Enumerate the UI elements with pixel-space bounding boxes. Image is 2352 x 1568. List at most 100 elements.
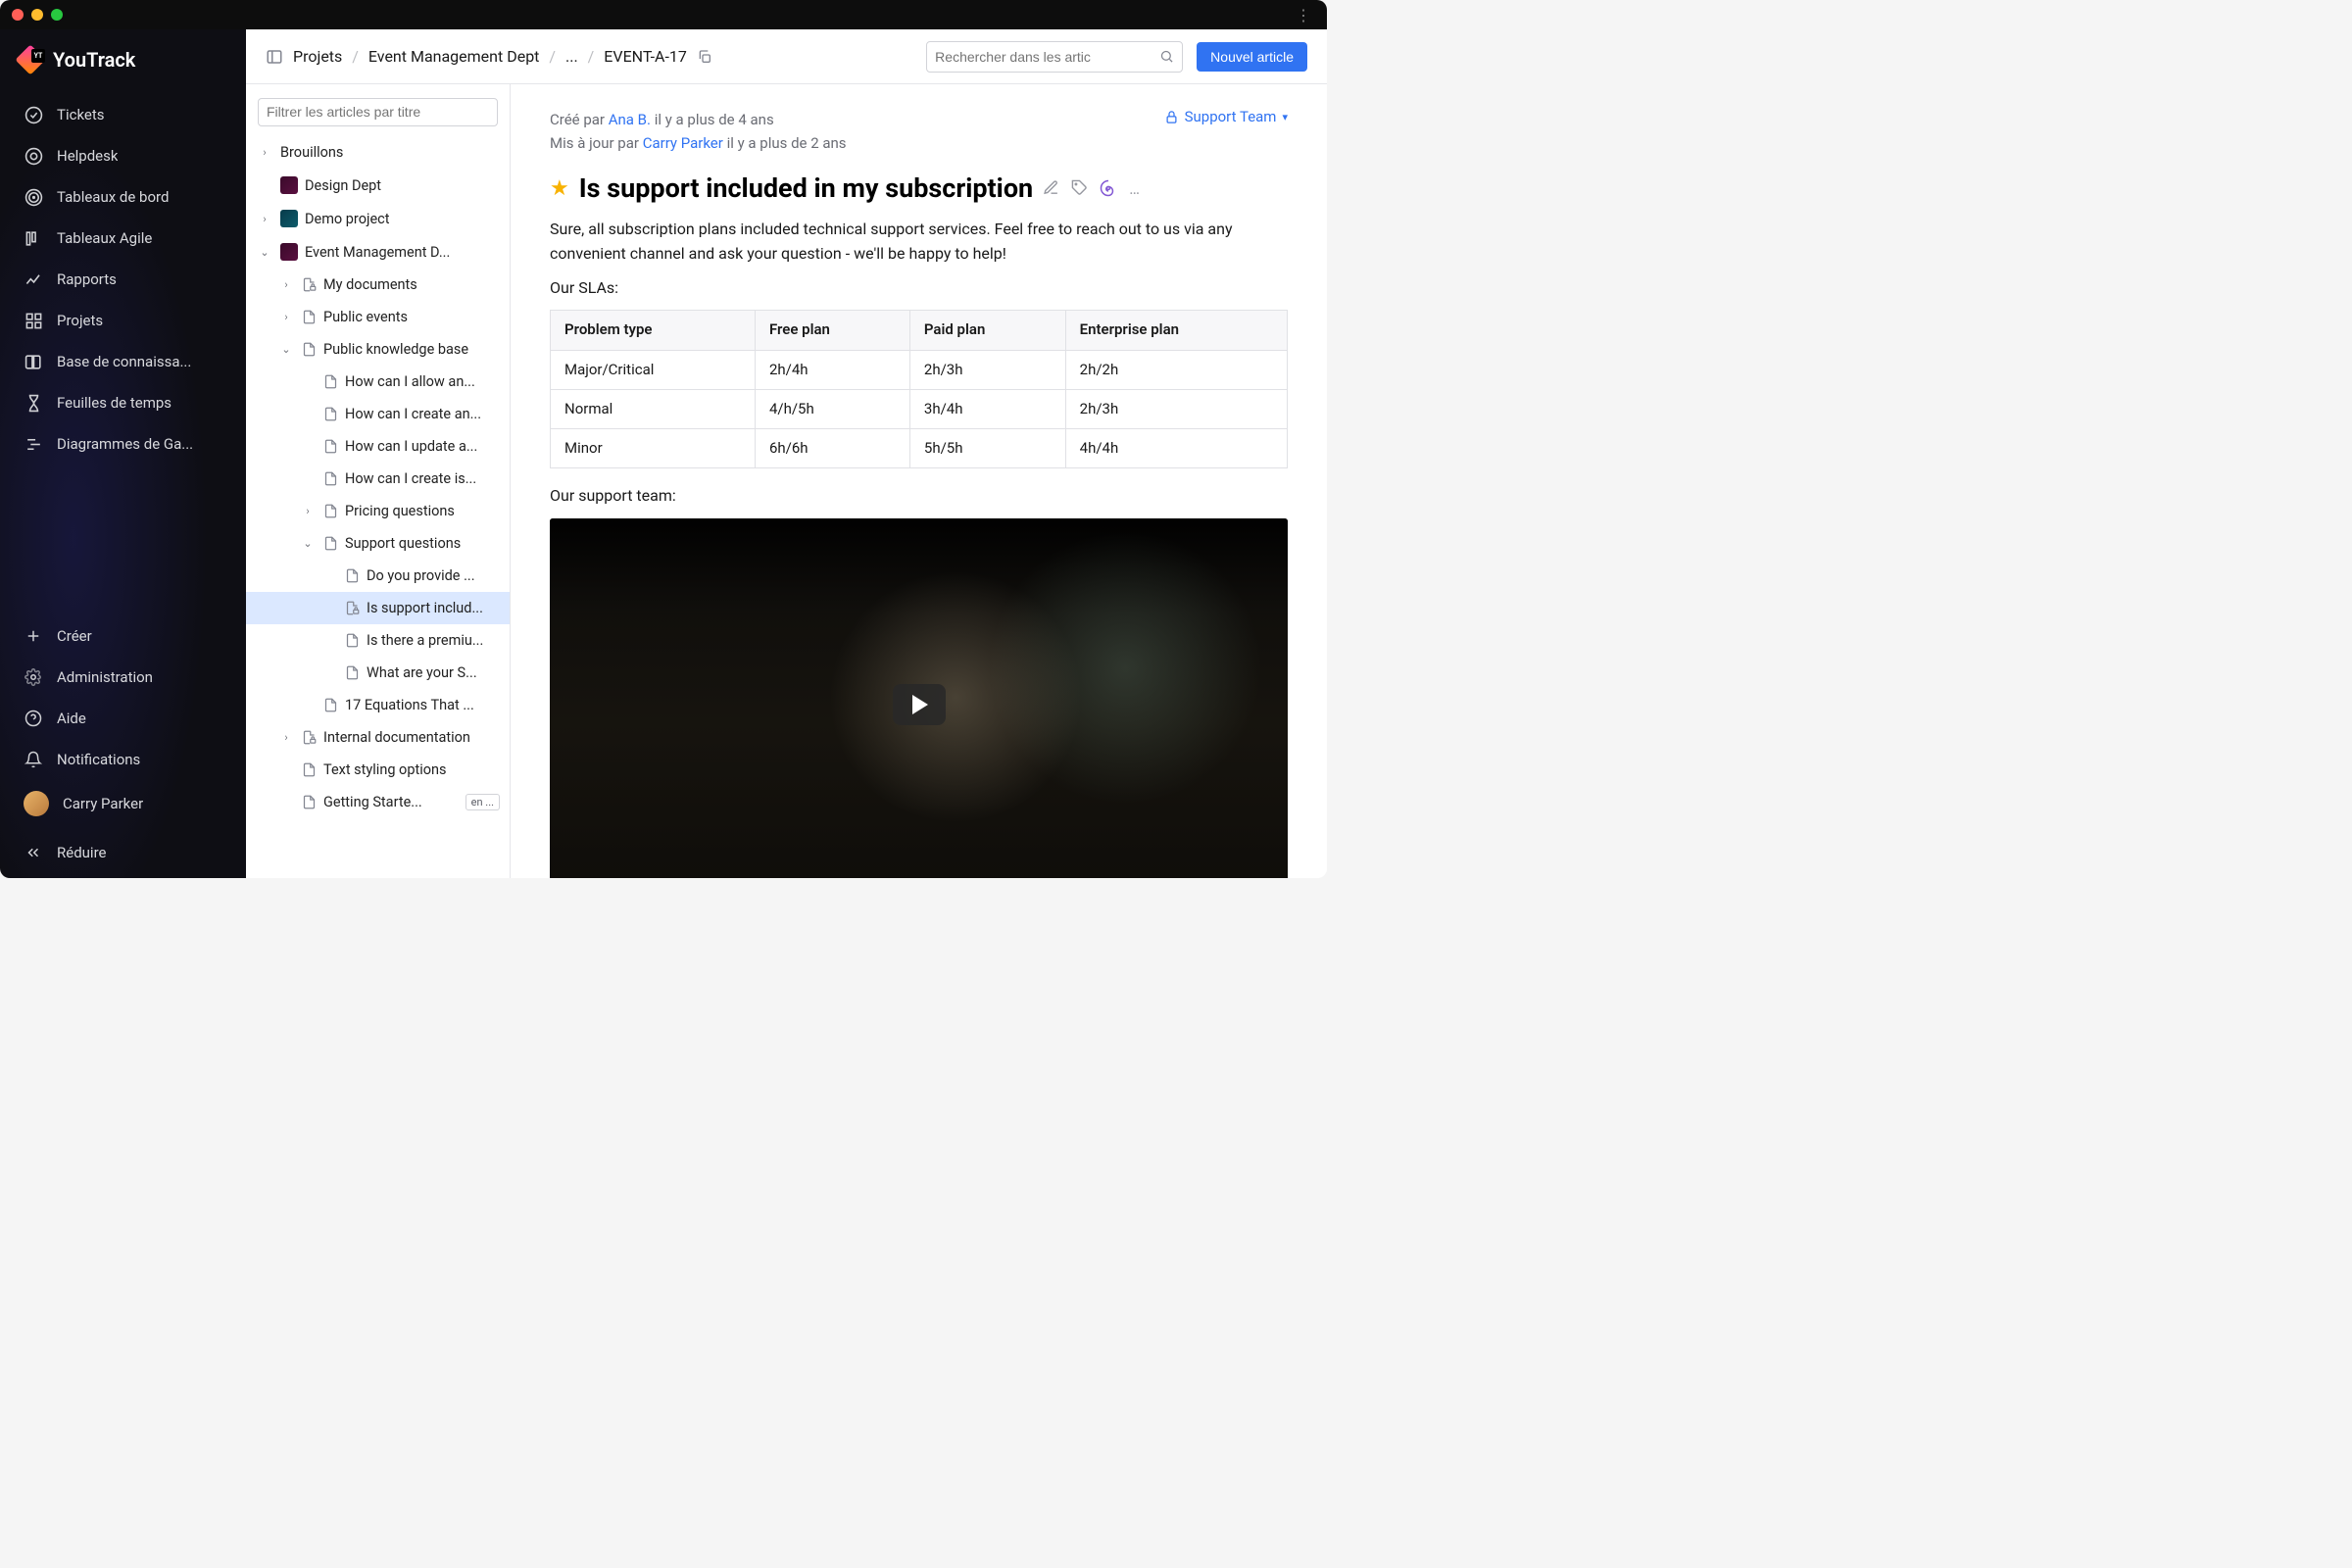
- play-button[interactable]: [893, 684, 946, 725]
- updated-by-user[interactable]: Carry Parker: [643, 134, 723, 152]
- target-icon: [24, 187, 43, 207]
- breadcrumb-dept[interactable]: Event Management Dept: [368, 47, 540, 66]
- book-icon: [24, 352, 43, 371]
- video-player[interactable]: [550, 518, 1288, 878]
- nav-help[interactable]: Aide: [0, 698, 246, 739]
- tree-item[interactable]: Text styling options: [246, 754, 510, 786]
- sidebar: YT YouTrack TicketsHelpdeskTableaux de b…: [0, 29, 246, 878]
- tree-item[interactable]: Is there a premiu...: [246, 624, 510, 657]
- nav-item-1[interactable]: Helpdesk: [0, 135, 246, 176]
- document-icon: [323, 471, 338, 486]
- app-name: YouTrack: [53, 48, 135, 72]
- tree-item[interactable]: ›My documents: [246, 269, 510, 301]
- nav-item-0[interactable]: Tickets: [0, 94, 246, 135]
- tree-item[interactable]: 17 Equations That ...: [246, 689, 510, 721]
- table-header: Free plan: [755, 311, 909, 350]
- breadcrumb-ellipsis[interactable]: ...: [565, 47, 578, 66]
- expand-toggle[interactable]: ›: [299, 505, 317, 517]
- check-circle-icon: [24, 105, 43, 124]
- header: Projets / Event Management Dept / ... / …: [246, 29, 1327, 84]
- article-intro: Sure, all subscription plans included te…: [550, 218, 1288, 267]
- nav-item-7[interactable]: Feuilles de temps: [0, 382, 246, 423]
- expand-toggle[interactable]: ›: [277, 731, 295, 744]
- window-close-icon[interactable]: [12, 9, 24, 21]
- collapse-sidebar-button[interactable]: Réduire: [0, 827, 246, 878]
- nav-item-4[interactable]: Rapports: [0, 259, 246, 300]
- document-icon: [323, 439, 338, 454]
- tree-item[interactable]: ⌄Public knowledge base: [246, 333, 510, 366]
- nav-user-profile[interactable]: Carry Parker: [0, 780, 246, 827]
- copy-icon[interactable]: [697, 49, 712, 65]
- tree-item[interactable]: ⌄Support questions: [246, 527, 510, 560]
- tree-item[interactable]: ›Pricing questions: [246, 495, 510, 527]
- created-when: il y a plus de 4 ans: [651, 111, 774, 128]
- document-icon: [345, 633, 360, 648]
- tree-filter-field[interactable]: [267, 104, 489, 120]
- expand-toggle[interactable]: ⌄: [299, 537, 317, 550]
- expand-toggle[interactable]: ⌄: [256, 246, 273, 259]
- expand-toggle[interactable]: ›: [277, 311, 295, 323]
- window-menu-icon[interactable]: ⋮: [1296, 6, 1315, 24]
- nav-item-8[interactable]: Diagrammes de Ga...: [0, 423, 246, 465]
- tree-item[interactable]: How can I update a...: [246, 430, 510, 463]
- sla-table: Problem typeFree planPaid planEnterprise…: [550, 310, 1288, 468]
- create-button[interactable]: Créer: [0, 615, 246, 657]
- tree-filter-input[interactable]: [258, 98, 498, 126]
- tree-item[interactable]: ›Public events: [246, 301, 510, 333]
- plus-icon: [24, 626, 43, 646]
- document-icon: [323, 407, 338, 421]
- article-tree-icon[interactable]: [266, 48, 283, 66]
- app-logo[interactable]: YT YouTrack: [0, 47, 246, 94]
- locale-badge[interactable]: en ...: [466, 794, 500, 810]
- tree-item[interactable]: What are your S...: [246, 657, 510, 689]
- nav-item-5[interactable]: Projets: [0, 300, 246, 341]
- search-field[interactable]: [935, 49, 1153, 65]
- nav-notifications[interactable]: Notifications: [0, 739, 246, 780]
- search-icon: [1159, 49, 1174, 64]
- nav-item-6[interactable]: Base de connaissa...: [0, 341, 246, 382]
- updated-when: il y a plus de 2 ans: [723, 134, 847, 152]
- updated-by-label: Mis à jour par: [550, 134, 643, 152]
- chart-icon: [24, 270, 43, 289]
- document-locked-icon: [302, 730, 317, 745]
- tree-item[interactable]: ›Demo project: [246, 202, 510, 235]
- tree-item[interactable]: How can I create an...: [246, 398, 510, 430]
- tree-item[interactable]: Design Dept: [246, 169, 510, 202]
- star-icon[interactable]: ★: [550, 176, 569, 201]
- tree-item[interactable]: Getting Starte...en ...: [246, 786, 510, 818]
- search-input[interactable]: [926, 41, 1183, 73]
- nav-item-3[interactable]: Tableaux Agile: [0, 218, 246, 259]
- support-team-label: Our support team:: [550, 484, 1288, 509]
- tree-item[interactable]: How can I create is...: [246, 463, 510, 495]
- new-article-button[interactable]: Nouvel article: [1197, 42, 1307, 72]
- tree-item[interactable]: How can I allow an...: [246, 366, 510, 398]
- expand-toggle[interactable]: ›: [256, 146, 273, 159]
- visibility-dropdown[interactable]: Support Team ▾: [1164, 108, 1288, 125]
- document-icon: [323, 536, 338, 551]
- breadcrumb-article-id[interactable]: EVENT-A-17: [604, 47, 687, 66]
- expand-toggle[interactable]: ›: [277, 278, 295, 291]
- tree-item[interactable]: ›Brouillons: [246, 136, 510, 169]
- tree-item[interactable]: ›Internal documentation: [246, 721, 510, 754]
- expand-toggle[interactable]: ⌄: [277, 343, 295, 356]
- nav-administration[interactable]: Administration: [0, 657, 246, 698]
- breadcrumb-projects[interactable]: Projets: [293, 47, 342, 66]
- tree-item[interactable]: ⌄Event Management D...: [246, 235, 510, 269]
- more-icon[interactable]: …: [1129, 179, 1142, 198]
- window-maximize-icon[interactable]: [51, 9, 63, 21]
- grid-icon: [24, 311, 43, 330]
- article-view: Créé par Ana B. il y a plus de 4 ans Mis…: [511, 84, 1327, 878]
- tree-item[interactable]: Is support includ...: [246, 592, 510, 624]
- chevron-double-left-icon: [24, 843, 43, 862]
- expand-toggle[interactable]: ›: [256, 213, 273, 225]
- tree-item[interactable]: Do you provide ...: [246, 560, 510, 592]
- window-minimize-icon[interactable]: [31, 9, 43, 21]
- tag-icon[interactable]: [1071, 179, 1088, 198]
- table-row: Major/Critical2h/4h2h/3h2h/2h: [551, 350, 1288, 389]
- document-icon: [345, 665, 360, 680]
- ai-icon[interactable]: [1100, 179, 1117, 198]
- edit-icon[interactable]: [1043, 179, 1059, 198]
- document-icon: [345, 568, 360, 583]
- created-by-user[interactable]: Ana B.: [609, 111, 651, 128]
- nav-item-2[interactable]: Tableaux de bord: [0, 176, 246, 218]
